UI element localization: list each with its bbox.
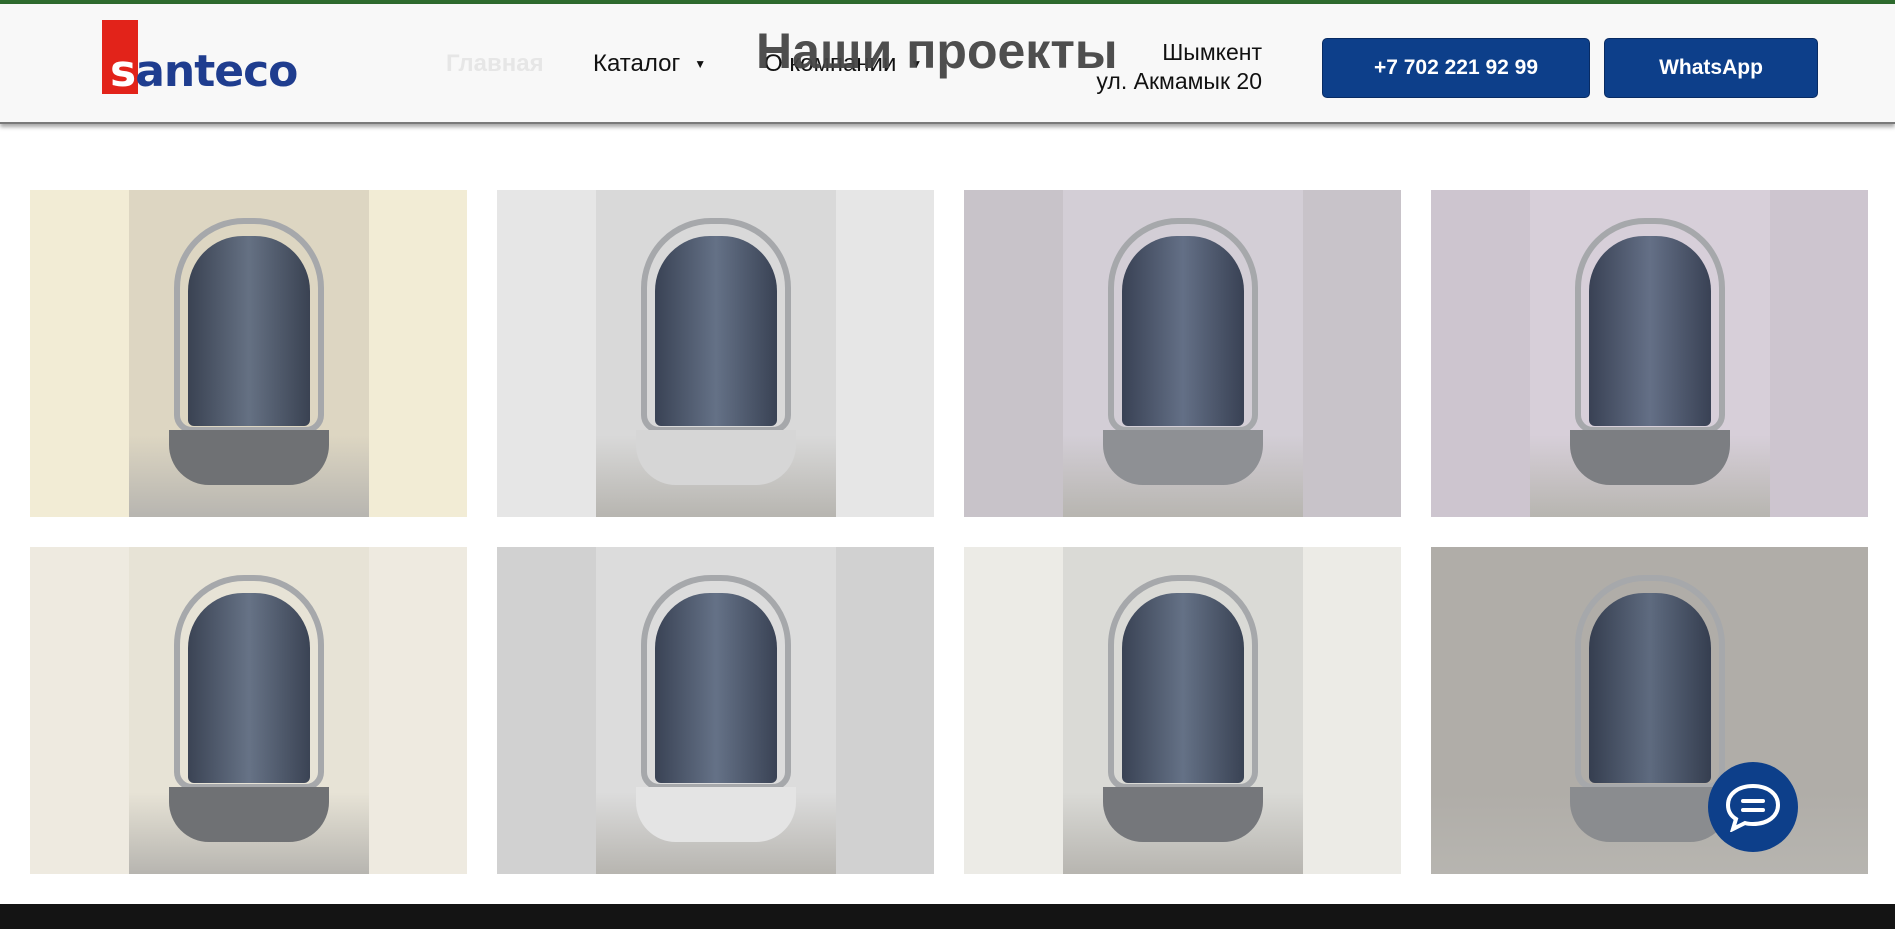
chat-button[interactable] [1708,762,1798,852]
cabin-glass [1121,593,1244,783]
shower-cabin-frame [1574,218,1725,433]
cabin-glass [187,236,310,426]
shower-cabin-frame [1107,575,1258,790]
logo-text: santeco [110,46,298,97]
shower-cabin-frame [640,218,791,433]
footer-bar [0,904,1895,929]
shower-cabin-frame [640,575,791,790]
cabin-glass [654,593,777,783]
cabin-tray [635,787,796,842]
whatsapp-button[interactable]: WhatsApp [1604,38,1818,98]
project-photo[interactable] [30,190,467,517]
project-photo[interactable] [964,190,1401,517]
project-photo[interactable] [30,547,467,874]
cabin-tray [168,787,329,842]
chat-bubble-icon [1725,783,1781,832]
cabin-tray [635,430,796,485]
nav-catalog[interactable]: Каталог ▼ [593,50,706,78]
shower-cabin-frame [1107,218,1258,433]
site-header: santeco Главная Каталог ▼ О компании ▼ Наш… [0,4,1895,124]
caret-down-icon: ▼ [694,57,707,71]
shower-cabin-image [1431,547,1868,874]
cabin-glass [1588,236,1711,426]
page-title: Наши проекты [756,23,1118,79]
shower-cabin-image [595,547,836,874]
santeco-logo[interactable]: santeco [102,20,298,98]
address-street: ул. Акмамык 20 [1096,68,1262,94]
cabin-tray [1102,430,1263,485]
shower-cabin-image [1529,190,1770,517]
address-block: Шымкент ул. Акмамык 20 [1096,38,1262,96]
cabin-tray [1102,787,1263,842]
shower-cabin-frame [173,575,324,790]
shower-cabin-image [128,190,369,517]
cabin-glass [187,593,310,783]
shower-cabin-image [128,547,369,874]
shower-cabin-image [1062,547,1303,874]
cabin-glass [1588,593,1711,783]
shower-cabin-image [595,190,836,517]
projects-gallery [30,190,1868,874]
project-photo[interactable] [497,547,934,874]
cabin-tray [1569,430,1730,485]
phone-button[interactable]: +7 702 221 92 99 [1322,38,1590,98]
project-photo[interactable] [497,190,934,517]
cabin-tray [1569,787,1730,842]
cabin-glass [654,236,777,426]
project-photo[interactable] [1431,547,1868,874]
nav-home[interactable]: Главная [446,50,544,78]
project-photo[interactable] [1431,190,1868,517]
project-photo[interactable] [964,547,1401,874]
shower-cabin-frame [1574,575,1725,790]
cabin-glass [1121,236,1244,426]
shower-cabin-image [1062,190,1303,517]
shower-cabin-frame [173,218,324,433]
address-city: Шымкент [1162,39,1262,65]
cabin-tray [168,430,329,485]
